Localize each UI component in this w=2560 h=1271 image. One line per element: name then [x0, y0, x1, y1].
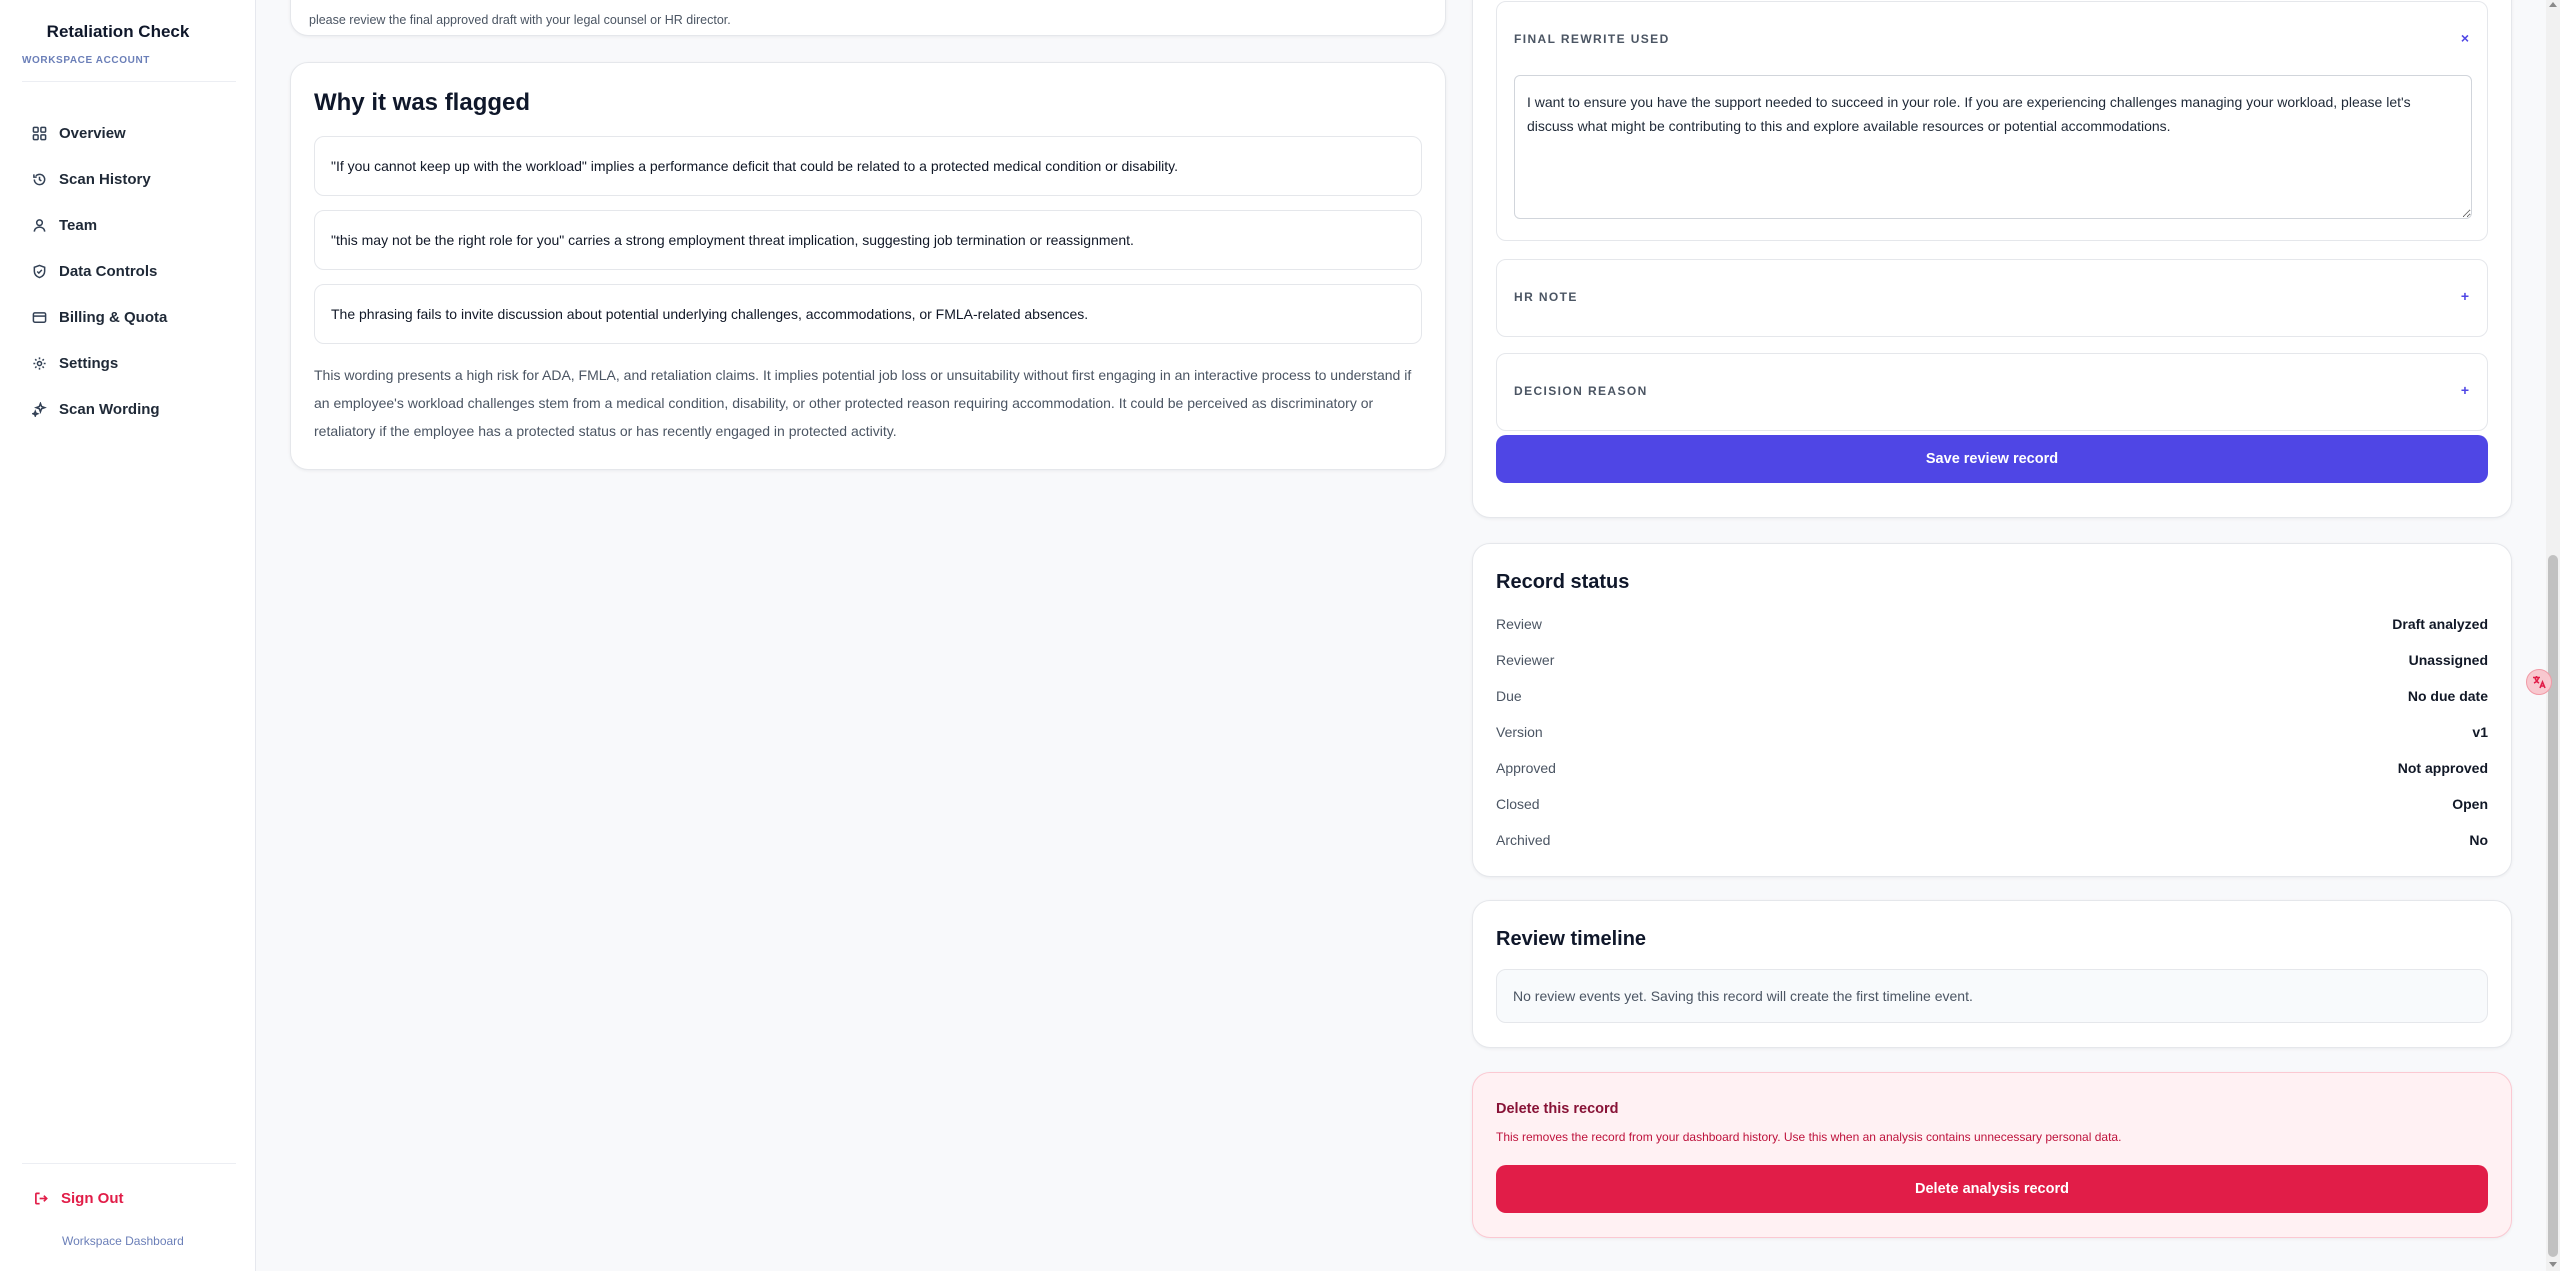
final-rewrite-label: FINAL REWRITE USED: [1514, 32, 1670, 46]
status-value: No due date: [2407, 688, 2488, 704]
sidebar-item-overview[interactable]: Overview: [22, 110, 236, 156]
sidebar-item-label: Data Controls: [59, 262, 158, 280]
status-row-review: Review Draft analyzed: [1496, 616, 2488, 632]
status-value: Unassigned: [2408, 652, 2488, 668]
status-key: Closed: [1496, 796, 1540, 812]
hr-note-label: HR NOTE: [1514, 290, 1578, 304]
floating-extension-button[interactable]: [2526, 669, 2552, 695]
sidebar-item-scan-history[interactable]: Scan History: [22, 156, 236, 202]
history-icon: [33, 173, 46, 185]
decision-reason-section[interactable]: DECISION REASON +: [1496, 353, 2488, 431]
status-row-due: Due No due date: [1496, 688, 2488, 704]
status-value: Open: [2452, 796, 2488, 812]
divider: [22, 1163, 236, 1164]
shield-icon: [33, 264, 46, 278]
credit-card-icon: [32, 311, 47, 323]
flag-reason: The phrasing fails to invite discussion …: [314, 284, 1422, 344]
sidebar-item-billing[interactable]: Billing & Quota: [22, 294, 236, 340]
sidebar: Retaliation Check WORKSPACE ACCOUNT Over…: [0, 0, 256, 1271]
sidebar-item-label: Billing & Quota: [59, 308, 168, 326]
timeline-empty-state: No review events yet. Saving this record…: [1496, 969, 2488, 1023]
collapse-final-rewrite-button[interactable]: ×: [2461, 30, 2469, 46]
final-rewrite-section: FINAL REWRITE USED × I want to ensure yo…: [1496, 1, 2488, 241]
scrollbar-thumb[interactable]: [2548, 555, 2558, 1257]
workspace-account-label: WORKSPACE ACCOUNT: [22, 55, 150, 66]
delete-record-card: Delete this record This removes the reco…: [1472, 1072, 2512, 1238]
user-icon: [33, 218, 46, 232]
status-value: v1: [2472, 724, 2488, 740]
hr-note-section[interactable]: HR NOTE +: [1496, 259, 2488, 337]
sidebar-item-label: Scan History: [59, 170, 151, 188]
status-value: Draft analyzed: [2392, 616, 2488, 632]
status-key: Review: [1496, 616, 1542, 632]
status-key: Due: [1496, 688, 1522, 704]
status-key: Archived: [1496, 832, 1551, 848]
sidebar-item-label: Overview: [59, 124, 126, 142]
save-review-record-button[interactable]: Save review record: [1496, 435, 2488, 483]
final-rewrite-textarea[interactable]: I want to ensure you have the support ne…: [1514, 75, 2472, 219]
delete-record-title: Delete this record: [1496, 1101, 1619, 1117]
record-status-title: Record status: [1496, 571, 1630, 593]
sidebar-item-data-controls[interactable]: Data Controls: [22, 248, 236, 294]
status-key: Approved: [1496, 760, 1556, 776]
status-row-reviewer: Reviewer Unassigned: [1496, 652, 2488, 668]
status-key: Reviewer: [1496, 652, 1555, 668]
logout-icon: [35, 1192, 48, 1205]
sidebar-item-settings[interactable]: Settings: [22, 340, 236, 386]
scroll-down-arrow-icon[interactable]: [2549, 1262, 2557, 1267]
why-flagged-card: Why it was flagged "If you cannot keep u…: [290, 62, 1446, 470]
gear-icon: [33, 356, 46, 370]
status-key: Version: [1496, 724, 1543, 740]
sidebar-item-team[interactable]: Team: [22, 202, 236, 248]
status-row-version: Version v1: [1496, 724, 2488, 740]
delete-record-description: This removes the record from your dashbo…: [1496, 1130, 2122, 1144]
flag-reason: "If you cannot keep up with the workload…: [314, 136, 1422, 196]
divider: [22, 81, 236, 82]
sparkles-icon: [32, 401, 47, 417]
scroll-up-arrow-icon[interactable]: [2549, 2, 2557, 7]
status-row-approved: Approved Not approved: [1496, 760, 2488, 776]
sidebar-item-label: Team: [59, 216, 98, 234]
delete-analysis-record-button[interactable]: Delete analysis record: [1496, 1165, 2488, 1213]
sidebar-item-scan-wording[interactable]: Scan Wording: [22, 386, 236, 432]
sidebar-item-label: Scan Wording: [59, 400, 160, 418]
status-value: Not approved: [2397, 760, 2488, 776]
grid-icon: [32, 126, 47, 140]
record-status-card: Record status Review Draft analyzed Revi…: [1472, 543, 2512, 877]
guidance-text: please review the final approved draft w…: [309, 13, 731, 27]
risk-summary: This wording presents a high risk for AD…: [314, 367, 1412, 439]
why-flagged-title: Why it was flagged: [314, 89, 531, 116]
workspace-dashboard-link[interactable]: Workspace Dashboard: [62, 1234, 184, 1248]
sign-out-button[interactable]: Sign Out: [34, 1190, 124, 1207]
status-row-closed: Closed Open: [1496, 796, 2488, 812]
review-form-card: FINAL REWRITE USED × I want to ensure yo…: [1472, 0, 2512, 518]
flag-reason: "this may not be the right role for you"…: [314, 210, 1422, 270]
sidebar-nav: Overview Scan History Team Data Controls…: [22, 110, 236, 432]
brand-title: Retaliation Check: [46, 22, 190, 41]
translate-icon: [2533, 676, 2546, 689]
sidebar-item-label: Settings: [59, 354, 119, 372]
decision-reason-label: DECISION REASON: [1514, 384, 1648, 398]
expand-decision-reason-button[interactable]: +: [2461, 382, 2469, 398]
status-row-archived: Archived No: [1496, 832, 2488, 848]
review-timeline-title: Review timeline: [1496, 928, 1647, 950]
review-timeline-card: Review timeline No review events yet. Sa…: [1472, 900, 2512, 1048]
expand-hr-note-button[interactable]: +: [2461, 288, 2469, 304]
guidance-card: please review the final approved draft w…: [290, 0, 1446, 36]
status-value: No: [2469, 832, 2488, 848]
sign-out-label: Sign Out: [61, 1190, 124, 1207]
